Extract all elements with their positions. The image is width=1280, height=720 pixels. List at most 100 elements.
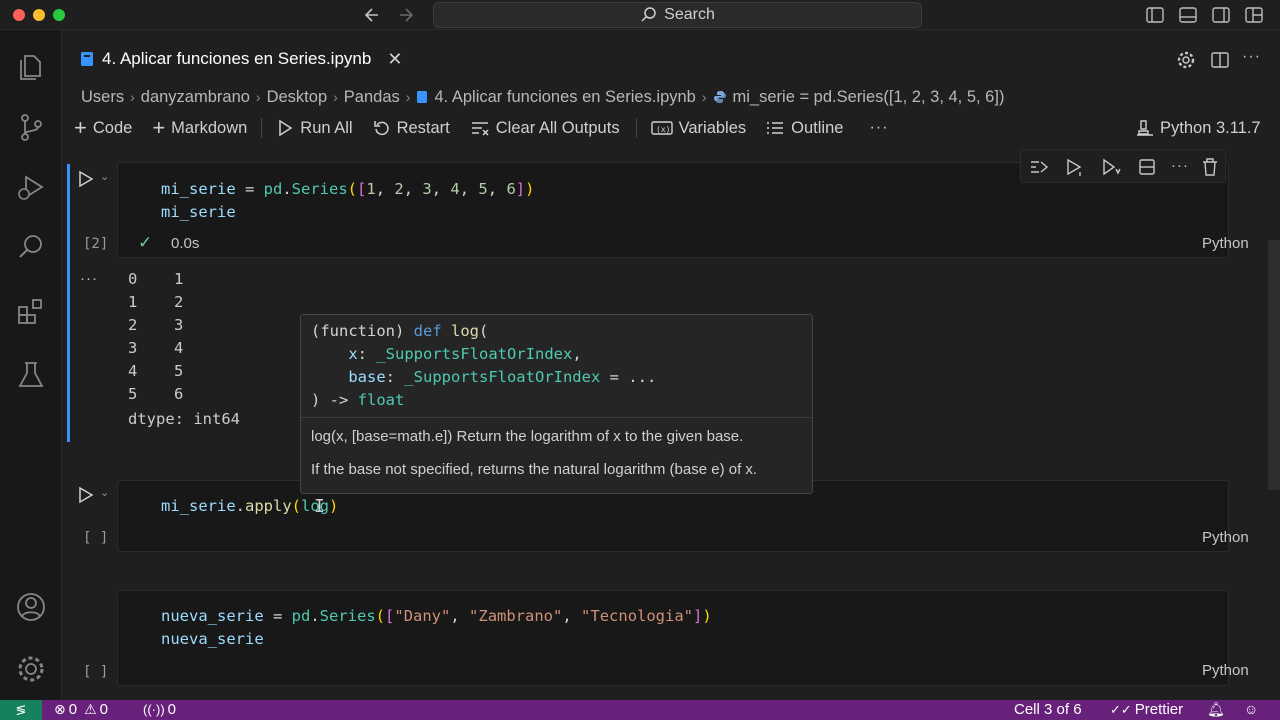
signature-line: x: _SupportsFloatOrIndex, <box>348 345 582 363</box>
code-line: nueva_serie <box>161 630 264 648</box>
breadcrumb: Users › danyzambrano › Desktop › Pandas … <box>81 86 1004 108</box>
extensions-icon[interactable] <box>14 295 48 329</box>
editor-more-actions-icon[interactable]: ··· <box>1242 48 1261 66</box>
title-bar: Search <box>0 0 1280 30</box>
command-center-search[interactable]: Search <box>433 2 922 28</box>
outline-button[interactable]: Outline <box>765 119 843 138</box>
cell-language[interactable]: Python <box>1202 235 1249 252</box>
restart-icon <box>373 121 389 136</box>
feedback-icon[interactable]: ☺ <box>1244 701 1258 717</box>
variables-icon: (x) <box>650 121 673 135</box>
activity-bar <box>0 30 62 700</box>
split-editor-icon[interactable] <box>1210 50 1230 70</box>
cell-language[interactable]: Python <box>1202 662 1249 679</box>
execute-below-icon[interactable] <box>1101 157 1121 177</box>
code-line: nueva_serie = pd.Series(["Dany", "Zambra… <box>161 607 712 625</box>
run-debug-icon[interactable] <box>14 170 48 204</box>
execution-count: [ ] <box>83 530 109 546</box>
source-control-icon[interactable] <box>14 110 48 144</box>
chevron-right-icon: › <box>701 89 707 105</box>
chevron-right-icon: › <box>333 89 338 105</box>
tab-notebook[interactable]: 4. Aplicar funciones en Series.ipynb ✕ <box>62 38 420 80</box>
output-more-icon[interactable]: ··· <box>80 270 98 287</box>
add-markdown-cell-button[interactable]: + Markdown <box>152 117 247 139</box>
run-cell-icon[interactable] <box>77 485 95 505</box>
breadcrumb-item[interactable]: danyzambrano <box>141 88 250 107</box>
output-value: 5 <box>174 362 184 380</box>
toolbar-divider <box>261 118 263 138</box>
code-line: mi_serie = pd.Series([1, 2, 3, 4, 5, 6]) <box>161 180 535 198</box>
search-icon[interactable] <box>14 230 48 264</box>
maximize-window-button[interactable] <box>53 9 65 21</box>
svg-text:(x): (x) <box>656 125 670 134</box>
output-value: 1 <box>174 270 184 288</box>
add-code-cell-button[interactable]: + Code <box>74 117 132 139</box>
vertical-scrollbar[interactable] <box>1268 240 1280 490</box>
cell-language[interactable]: Python <box>1202 529 1249 546</box>
chevron-right-icon: › <box>130 89 135 105</box>
split-cell-icon[interactable] <box>1137 157 1157 177</box>
restart-button[interactable]: Restart <box>373 119 450 138</box>
output-index: 2 <box>128 316 138 334</box>
ports-indicator[interactable]: ((·)) 0 <box>143 701 176 718</box>
execute-above-icon[interactable] <box>1029 157 1049 177</box>
cell-more-icon[interactable]: ··· <box>1171 157 1189 174</box>
hover-doc-line: log(x, [base=math.e]) Return the logarit… <box>311 428 744 445</box>
customize-layout-icon[interactable] <box>1244 5 1264 25</box>
run-all-label: Run All <box>300 118 353 137</box>
execute-and-below-icon[interactable] <box>1065 157 1085 177</box>
prettier-status[interactable]: ✓✓ Prettier <box>1110 701 1183 718</box>
toggle-primary-sidebar-icon[interactable] <box>1145 5 1165 25</box>
settings-gear-icon[interactable] <box>1176 50 1196 70</box>
manage-gear-icon[interactable] <box>14 652 48 686</box>
problems-indicator[interactable]: ⊗ 0 ⚠ 0 <box>54 701 108 718</box>
cell-position[interactable]: Cell 3 of 6 <box>1014 701 1082 718</box>
plus-icon: + <box>152 115 166 140</box>
breadcrumb-item[interactable]: 4. Aplicar funciones en Series.ipynb <box>434 88 695 107</box>
remote-icon: ≶ <box>15 702 27 717</box>
close-window-button[interactable] <box>13 9 25 21</box>
tab-close-icon[interactable]: ✕ <box>387 49 402 70</box>
clear-all-outputs-label: Clear All Outputs <box>495 118 620 137</box>
variables-button[interactable]: (x) Variables <box>650 119 746 138</box>
output-index: 1 <box>128 293 138 311</box>
chevron-down-icon[interactable]: ⌄ <box>100 170 109 183</box>
toggle-secondary-sidebar-icon[interactable] <box>1211 5 1231 25</box>
breadcrumb-item[interactable]: Pandas <box>344 88 400 107</box>
back-arrow-icon[interactable] <box>362 5 382 25</box>
output-value: 6 <box>174 385 184 403</box>
output-value: 3 <box>174 316 184 334</box>
broadcast-icon: ((·)) <box>143 702 165 717</box>
outline-icon <box>767 122 784 134</box>
cell-focus-indicator <box>67 164 70 442</box>
hover-doc-line: If the base not specified, returns the n… <box>311 461 758 478</box>
output-dtype: dtype: int64 <box>128 410 240 428</box>
restart-label: Restart <box>396 118 450 137</box>
explorer-icon[interactable] <box>14 50 48 84</box>
run-cell-icon[interactable] <box>77 169 95 189</box>
clear-all-outputs-button[interactable]: Clear All Outputs <box>470 119 620 138</box>
chevron-down-icon[interactable]: ⌄ <box>100 486 109 499</box>
breadcrumb-item[interactable]: Desktop <box>267 88 328 107</box>
hover-divider <box>301 417 812 418</box>
breadcrumb-item[interactable]: mi_serie = pd.Series([1, 2, 3, 4, 5, 6]) <box>733 88 1005 107</box>
delete-cell-icon[interactable] <box>1201 157 1219 177</box>
search-label: Search <box>664 6 715 23</box>
output-index: 0 <box>128 270 138 288</box>
run-all-button[interactable]: Run All <box>276 118 353 138</box>
remote-indicator[interactable]: ≶ <box>0 700 42 720</box>
notifications-bell-icon[interactable]: 🔔︎ <box>1207 701 1225 718</box>
breadcrumb-item[interactable]: Users <box>81 88 124 107</box>
toggle-panel-icon[interactable] <box>1178 5 1198 25</box>
cell-toolbar: ··· <box>1020 149 1226 183</box>
execution-time: 0.0s <box>171 235 200 252</box>
chevron-right-icon: › <box>405 89 411 105</box>
minimize-window-button[interactable] <box>33 9 45 21</box>
account-icon[interactable] <box>14 590 48 624</box>
error-count: 0 <box>68 701 78 718</box>
toolbar-more-icon[interactable]: ··· <box>869 119 888 137</box>
code-cell-editor[interactable] <box>117 590 1229 686</box>
kernel-picker-button[interactable]: Python 3.11.7 <box>1136 119 1261 138</box>
forward-arrow-icon[interactable] <box>396 5 416 25</box>
testing-icon[interactable] <box>14 358 48 392</box>
